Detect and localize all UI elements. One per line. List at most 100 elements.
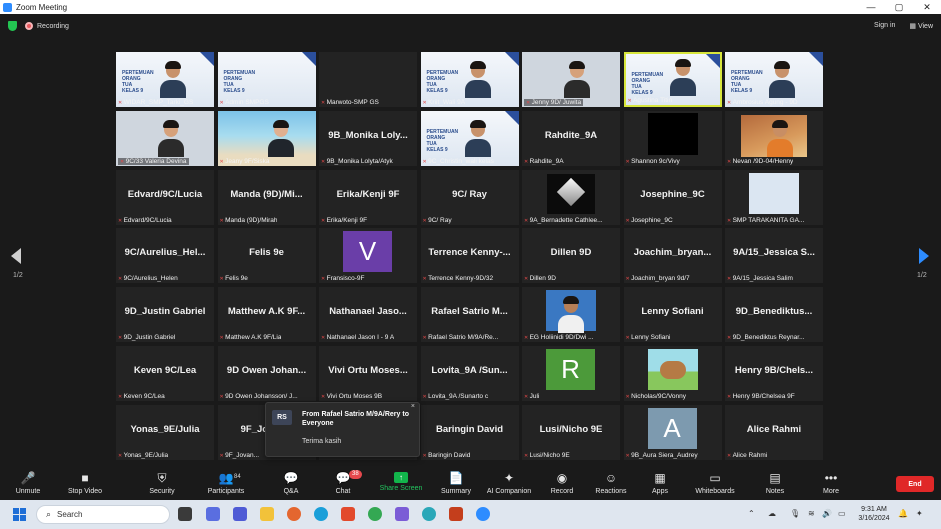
participant-tile[interactable]: 9C/ Ray 9C/ Ray — [420, 169, 519, 225]
participant-tile[interactable]: Felis 9e Felis 9e — [217, 228, 316, 284]
participant-tile[interactable]: EG Holiinidi 9D/Dwi ... — [522, 287, 620, 343]
participant-tile[interactable]: Rafael Satrio M... Rafael Satrio M/9A/Re.… — [420, 287, 519, 343]
participant-name-label: 9F_Jovan... — [220, 452, 259, 459]
close-icon[interactable]: × — [411, 403, 415, 410]
participant-tile[interactable]: Jenny 9D/ Juwita — [522, 52, 620, 107]
participant-tile[interactable]: 9D Owen Johan... 9D Owen Johansson/ J... — [217, 346, 316, 401]
firefox-icon[interactable] — [287, 507, 301, 521]
teams-icon[interactable] — [206, 507, 220, 521]
participant-tile[interactable]: 9D_Justin Gabriel 9D_Justin Gabriel — [116, 287, 214, 343]
toolbar-notes-button[interactable]: ▤ Notes — [745, 470, 805, 495]
view-button[interactable]: ▦ View — [909, 22, 933, 30]
participant-video-person — [769, 61, 795, 99]
toolbar-apps-button[interactable]: ▦ Apps — [630, 470, 690, 495]
onedrive-icon[interactable]: ☁ — [768, 509, 776, 518]
office-icon[interactable] — [341, 507, 355, 521]
previous-page-arrow-icon[interactable] — [11, 248, 21, 264]
app-icon[interactable] — [395, 507, 409, 521]
participant-tile[interactable]: Edvard/9C/Lucia Edvard/9C/Lucia — [116, 169, 214, 225]
participant-tile[interactable]: PERTEMUAN ORANG TUA KELAS 9 9C_Christin_w… — [420, 110, 519, 166]
toolbar-participants-button[interactable]: 👥 Participants 84 — [196, 470, 256, 495]
participant-tile[interactable]: A 9B_Aura Siera_Audrey — [623, 404, 722, 460]
participant-tile[interactable]: PERTEMUAN ORANG TUA KELAS 9 WIDAR_SMP_Tar… — [116, 52, 214, 107]
close-window-button[interactable]: ✕ — [913, 2, 941, 13]
participant-tile[interactable]: Terrence Kenny-... Terrence Kenny-9D/32 — [420, 228, 519, 284]
participant-tile[interactable]: Joachim_bryan... Joachim_bryan 9d/7 — [623, 228, 722, 284]
participant-display-name: Lovita_9A /Sun... — [431, 365, 508, 376]
participant-tile[interactable]: PERTEMUAN ORANG TUA KELAS 9 Ambrosius Agu… — [725, 52, 823, 107]
microphone-tray-icon[interactable]: 🎙 — [790, 509, 800, 518]
participant-tile[interactable]: Henry 9B/Chels... Henry 9B/Chelsea 9F — [725, 346, 823, 401]
volume-icon[interactable]: 🔊 — [822, 509, 832, 518]
participant-tile[interactable]: Erika/Kenji 9F Erika/Kenji 9F — [319, 169, 417, 225]
participant-tile[interactable]: R Juli — [522, 346, 620, 401]
file-explorer-icon[interactable] — [260, 507, 274, 521]
zoom-taskbar-icon[interactable] — [476, 507, 490, 521]
chrome-profile-icon[interactable] — [422, 507, 436, 521]
toolbar-stop-video-button[interactable]: ■ Stop Video — [55, 470, 115, 495]
windows-start-icon[interactable] — [13, 508, 26, 521]
taskbar-search-box[interactable]: ⌕ Search — [36, 505, 170, 524]
participant-tile[interactable]: Josephine_9C Josephine_9C — [623, 169, 722, 225]
copilot-icon[interactable]: ✦ — [916, 509, 923, 518]
participant-tile[interactable]: 9C/Aurelius_Hel... 9C/Aurelius_Helen — [116, 228, 214, 284]
minimize-button[interactable]: — — [857, 2, 885, 13]
sign-in-link[interactable]: Sign in — [874, 22, 895, 30]
participant-tile[interactable]: PERTEMUAN ORANG TUA KELAS 9Agustina Titi… — [623, 52, 722, 107]
next-page-arrow-icon[interactable] — [919, 248, 929, 264]
participant-tile[interactable]: SMP TARAKANITA GA... — [725, 169, 823, 225]
toolbar-q-a-button[interactable]: 💬 Q&A — [261, 470, 321, 495]
toolbar-summary-button[interactable]: 📄 Summary — [426, 470, 486, 495]
participant-tile[interactable]: PERTEMUAN ORANG TUA KELAS 9 Kriit_Wali 9A — [420, 52, 519, 107]
participant-tile[interactable]: Marwoto-SMP GS — [319, 52, 417, 107]
chat-notification-popup[interactable]: RS From Rafael Satrio M/9A/Rery to Every… — [265, 402, 420, 457]
toolbar-share-screen-button[interactable]: ↑ Share Screen — [371, 470, 431, 492]
edge-icon[interactable] — [314, 507, 328, 521]
participant-name-label: SMP TARAKANITA GA... — [727, 217, 805, 224]
end-meeting-button[interactable]: End — [896, 476, 934, 492]
participant-tile[interactable]: Lusi/Nicho 9E Lusi/Nicho 9E — [522, 404, 620, 460]
participant-tile[interactable]: Rahdite_9A Rahdite_9A — [522, 110, 620, 166]
toolbar-security-button[interactable]: ⛨ Security — [132, 470, 192, 495]
participant-tile[interactable]: Jeany 9F/Siska — [217, 110, 316, 166]
participant-tile[interactable]: 9B_Monika Loly... 9B_Monika Lolyta/Atyk — [319, 110, 417, 166]
participant-tile[interactable]: Yonas_9E/Julia Yonas_9E/Julia — [116, 404, 214, 460]
participant-tile[interactable]: Matthew A.K 9F... Matthew A.K 9F/Lia — [217, 287, 316, 343]
battery-icon[interactable]: ▭ — [838, 509, 846, 518]
participant-tile[interactable]: Keven 9C/Lea Keven 9C/Lea — [116, 346, 214, 401]
toolbar-ai-companion-button[interactable]: ✦ AI Companion — [479, 470, 539, 495]
chrome-icon[interactable] — [368, 507, 382, 521]
toolbar-whiteboards-button[interactable]: ▭ Whiteboards — [685, 470, 745, 495]
participant-tile[interactable]: Manda (9D)/Mi... Manda (9D)/Mirah — [217, 169, 316, 225]
powerpoint-icon[interactable] — [449, 507, 463, 521]
participant-name-label: Keven 9C/Lea — [118, 393, 165, 400]
maximize-button[interactable]: ▢ — [885, 2, 913, 13]
participant-tile[interactable]: Lenny Sofiani Lenny Sofiani — [623, 287, 722, 343]
participant-tile[interactable]: Nevan /9D-04/Henny — [725, 110, 823, 166]
participant-tile[interactable]: Baringin David Baringin David — [420, 404, 519, 460]
participant-tile[interactable]: 9A/15_Jessica S... 9A/15_Jessica Salim — [725, 228, 823, 284]
notification-bell-icon[interactable]: 🔔 — [898, 509, 908, 518]
participant-tile[interactable]: Nicholas/9C/Vonny — [623, 346, 722, 401]
toolbar-more-button[interactable]: ••• More — [801, 470, 861, 495]
chat-app-icon[interactable] — [233, 507, 247, 521]
participant-tile[interactable]: 9C/33 Valeria Devina — [116, 110, 214, 166]
participant-tile[interactable]: PERTEMUAN ORANG TUA KELAS 9 Admin SMPGS — [217, 52, 316, 107]
participant-tile[interactable]: Vivi Ortu Moses... Vivi Ortu Moses 9B — [319, 346, 417, 401]
participant-tile[interactable]: 9A_Bernadette Cathlee... — [522, 169, 620, 225]
participant-tile[interactable]: Shannon 9c/Vivy — [623, 110, 722, 166]
taskbar-clock[interactable]: 9:31 AM 3/16/2024 — [852, 505, 896, 523]
tray-expand-icon[interactable]: ⌃ — [748, 509, 755, 518]
participant-tile[interactable]: Dillen 9D Dillen 9D — [522, 228, 620, 284]
participant-tile[interactable]: 9D_Benediktus... 9D_Benediktus Reynar... — [725, 287, 823, 343]
participant-tile[interactable]: V Fransisco-9F — [319, 228, 417, 284]
participant-tile[interactable]: Nathanael Jaso... Nathanael Jason I - 9 A — [319, 287, 417, 343]
task-view-icon[interactable] — [178, 507, 192, 521]
toolbar-unmute-button[interactable]: 🎤 Unmute — [0, 470, 58, 495]
toolbar-chat-button[interactable]: 💬 Chat 38 — [313, 470, 373, 495]
participant-tile[interactable]: Lovita_9A /Sun... Lovita_9A /Sunarto c — [420, 346, 519, 401]
wifi-icon[interactable]: ≋ — [808, 509, 815, 518]
security-shield-icon[interactable] — [8, 21, 17, 31]
participant-video-person — [669, 59, 696, 97]
participant-tile[interactable]: Alice Rahmi Alice Rahmi — [725, 404, 823, 460]
